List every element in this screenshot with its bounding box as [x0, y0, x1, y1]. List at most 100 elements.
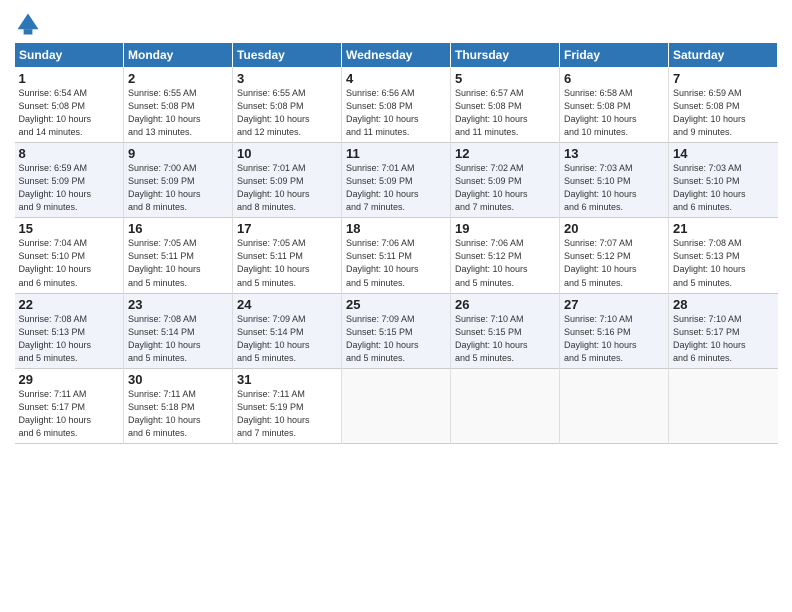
day-number: 4	[346, 71, 446, 86]
day-number: 5	[455, 71, 555, 86]
cell-info: Sunrise: 7:03 AMSunset: 5:10 PMDaylight:…	[673, 162, 774, 214]
cell-info: Sunrise: 6:57 AMSunset: 5:08 PMDaylight:…	[455, 87, 555, 139]
calendar-cell: 26Sunrise: 7:10 AMSunset: 5:15 PMDayligh…	[451, 293, 560, 368]
calendar-cell: 20Sunrise: 7:07 AMSunset: 5:12 PMDayligh…	[560, 218, 669, 293]
day-number: 29	[19, 372, 120, 387]
day-number: 27	[564, 297, 664, 312]
day-number: 19	[455, 221, 555, 236]
day-number: 30	[128, 372, 228, 387]
calendar-week-4: 22Sunrise: 7:08 AMSunset: 5:13 PMDayligh…	[15, 293, 778, 368]
day-number: 15	[19, 221, 120, 236]
day-number: 18	[346, 221, 446, 236]
col-header-wednesday: Wednesday	[342, 43, 451, 68]
col-header-thursday: Thursday	[451, 43, 560, 68]
day-number: 6	[564, 71, 664, 86]
cell-info: Sunrise: 7:11 AMSunset: 5:19 PMDaylight:…	[237, 388, 337, 440]
day-number: 2	[128, 71, 228, 86]
cell-info: Sunrise: 7:09 AMSunset: 5:15 PMDaylight:…	[346, 313, 446, 365]
cell-info: Sunrise: 6:58 AMSunset: 5:08 PMDaylight:…	[564, 87, 664, 139]
calendar-cell: 1Sunrise: 6:54 AMSunset: 5:08 PMDaylight…	[15, 68, 124, 143]
cell-info: Sunrise: 7:10 AMSunset: 5:17 PMDaylight:…	[673, 313, 774, 365]
calendar-cell: 25Sunrise: 7:09 AMSunset: 5:15 PMDayligh…	[342, 293, 451, 368]
calendar-cell	[560, 368, 669, 443]
calendar-cell: 7Sunrise: 6:59 AMSunset: 5:08 PMDaylight…	[669, 68, 778, 143]
cell-info: Sunrise: 7:06 AMSunset: 5:11 PMDaylight:…	[346, 237, 446, 289]
day-number: 3	[237, 71, 337, 86]
cell-info: Sunrise: 7:05 AMSunset: 5:11 PMDaylight:…	[128, 237, 228, 289]
calendar-cell: 23Sunrise: 7:08 AMSunset: 5:14 PMDayligh…	[124, 293, 233, 368]
cell-info: Sunrise: 6:54 AMSunset: 5:08 PMDaylight:…	[19, 87, 120, 139]
calendar-cell: 6Sunrise: 6:58 AMSunset: 5:08 PMDaylight…	[560, 68, 669, 143]
calendar-week-2: 8Sunrise: 6:59 AMSunset: 5:09 PMDaylight…	[15, 143, 778, 218]
calendar-cell	[342, 368, 451, 443]
calendar-cell: 9Sunrise: 7:00 AMSunset: 5:09 PMDaylight…	[124, 143, 233, 218]
calendar-cell	[451, 368, 560, 443]
calendar-cell: 24Sunrise: 7:09 AMSunset: 5:14 PMDayligh…	[233, 293, 342, 368]
calendar-cell: 13Sunrise: 7:03 AMSunset: 5:10 PMDayligh…	[560, 143, 669, 218]
cell-info: Sunrise: 7:06 AMSunset: 5:12 PMDaylight:…	[455, 237, 555, 289]
cell-info: Sunrise: 6:56 AMSunset: 5:08 PMDaylight:…	[346, 87, 446, 139]
cell-info: Sunrise: 7:04 AMSunset: 5:10 PMDaylight:…	[19, 237, 120, 289]
cell-info: Sunrise: 7:08 AMSunset: 5:13 PMDaylight:…	[19, 313, 120, 365]
day-number: 26	[455, 297, 555, 312]
col-header-friday: Friday	[560, 43, 669, 68]
cell-info: Sunrise: 6:59 AMSunset: 5:09 PMDaylight:…	[19, 162, 120, 214]
calendar-cell: 17Sunrise: 7:05 AMSunset: 5:11 PMDayligh…	[233, 218, 342, 293]
calendar-cell: 3Sunrise: 6:55 AMSunset: 5:08 PMDaylight…	[233, 68, 342, 143]
cell-info: Sunrise: 7:08 AMSunset: 5:13 PMDaylight:…	[673, 237, 774, 289]
cell-info: Sunrise: 7:11 AMSunset: 5:17 PMDaylight:…	[19, 388, 120, 440]
calendar-cell: 28Sunrise: 7:10 AMSunset: 5:17 PMDayligh…	[669, 293, 778, 368]
cell-info: Sunrise: 7:01 AMSunset: 5:09 PMDaylight:…	[237, 162, 337, 214]
day-number: 7	[673, 71, 774, 86]
calendar-cell: 22Sunrise: 7:08 AMSunset: 5:13 PMDayligh…	[15, 293, 124, 368]
cell-info: Sunrise: 7:07 AMSunset: 5:12 PMDaylight:…	[564, 237, 664, 289]
cell-info: Sunrise: 7:03 AMSunset: 5:10 PMDaylight:…	[564, 162, 664, 214]
calendar-cell: 8Sunrise: 6:59 AMSunset: 5:09 PMDaylight…	[15, 143, 124, 218]
calendar-cell: 30Sunrise: 7:11 AMSunset: 5:18 PMDayligh…	[124, 368, 233, 443]
day-number: 14	[673, 146, 774, 161]
page-container: SundayMondayTuesdayWednesdayThursdayFrid…	[0, 0, 792, 450]
calendar-cell: 16Sunrise: 7:05 AMSunset: 5:11 PMDayligh…	[124, 218, 233, 293]
day-number: 23	[128, 297, 228, 312]
calendar-header-row: SundayMondayTuesdayWednesdayThursdayFrid…	[15, 43, 778, 68]
day-number: 17	[237, 221, 337, 236]
col-header-tuesday: Tuesday	[233, 43, 342, 68]
calendar-cell: 27Sunrise: 7:10 AMSunset: 5:16 PMDayligh…	[560, 293, 669, 368]
calendar-week-1: 1Sunrise: 6:54 AMSunset: 5:08 PMDaylight…	[15, 68, 778, 143]
calendar-cell: 19Sunrise: 7:06 AMSunset: 5:12 PMDayligh…	[451, 218, 560, 293]
cell-info: Sunrise: 6:55 AMSunset: 5:08 PMDaylight:…	[237, 87, 337, 139]
calendar-cell: 14Sunrise: 7:03 AMSunset: 5:10 PMDayligh…	[669, 143, 778, 218]
col-header-sunday: Sunday	[15, 43, 124, 68]
cell-info: Sunrise: 7:00 AMSunset: 5:09 PMDaylight:…	[128, 162, 228, 214]
day-number: 9	[128, 146, 228, 161]
logo	[14, 10, 46, 38]
cell-info: Sunrise: 7:05 AMSunset: 5:11 PMDaylight:…	[237, 237, 337, 289]
calendar-cell	[669, 368, 778, 443]
day-number: 10	[237, 146, 337, 161]
day-number: 12	[455, 146, 555, 161]
day-number: 1	[19, 71, 120, 86]
cell-info: Sunrise: 7:10 AMSunset: 5:15 PMDaylight:…	[455, 313, 555, 365]
header	[14, 10, 778, 38]
calendar-cell: 18Sunrise: 7:06 AMSunset: 5:11 PMDayligh…	[342, 218, 451, 293]
day-number: 21	[673, 221, 774, 236]
col-header-saturday: Saturday	[669, 43, 778, 68]
cell-info: Sunrise: 6:59 AMSunset: 5:08 PMDaylight:…	[673, 87, 774, 139]
day-number: 8	[19, 146, 120, 161]
day-number: 28	[673, 297, 774, 312]
cell-info: Sunrise: 7:02 AMSunset: 5:09 PMDaylight:…	[455, 162, 555, 214]
day-number: 20	[564, 221, 664, 236]
cell-info: Sunrise: 7:11 AMSunset: 5:18 PMDaylight:…	[128, 388, 228, 440]
cell-info: Sunrise: 7:01 AMSunset: 5:09 PMDaylight:…	[346, 162, 446, 214]
calendar-cell: 15Sunrise: 7:04 AMSunset: 5:10 PMDayligh…	[15, 218, 124, 293]
cell-info: Sunrise: 7:09 AMSunset: 5:14 PMDaylight:…	[237, 313, 337, 365]
cell-info: Sunrise: 7:08 AMSunset: 5:14 PMDaylight:…	[128, 313, 228, 365]
cell-info: Sunrise: 6:55 AMSunset: 5:08 PMDaylight:…	[128, 87, 228, 139]
calendar-cell: 4Sunrise: 6:56 AMSunset: 5:08 PMDaylight…	[342, 68, 451, 143]
calendar-cell: 12Sunrise: 7:02 AMSunset: 5:09 PMDayligh…	[451, 143, 560, 218]
col-header-monday: Monday	[124, 43, 233, 68]
logo-icon	[14, 10, 42, 38]
calendar-cell: 29Sunrise: 7:11 AMSunset: 5:17 PMDayligh…	[15, 368, 124, 443]
day-number: 16	[128, 221, 228, 236]
calendar-table: SundayMondayTuesdayWednesdayThursdayFrid…	[14, 42, 778, 444]
